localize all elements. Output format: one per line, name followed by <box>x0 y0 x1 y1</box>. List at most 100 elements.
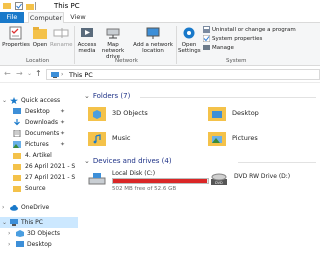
breadcrumb-chevron-icon[interactable]: › <box>61 71 63 78</box>
sidebar-item-3d-objects[interactable]: › 3D Objects <box>0 228 78 239</box>
star-icon <box>10 97 18 104</box>
nav-quick-access[interactable]: ⌄ Quick access <box>0 95 78 106</box>
address-row: ← → ⌄ ↑ › This PC <box>0 66 320 83</box>
nav-label: Pictures <box>25 141 49 148</box>
sidebar-item-26-april[interactable]: 26 April 2021 - S <box>0 161 78 172</box>
chevron-down-icon[interactable]: ⌄ <box>84 92 90 100</box>
dvd-drive-icon: DVD <box>211 173 227 185</box>
gear-icon <box>183 27 195 39</box>
group-divider <box>176 26 177 64</box>
title-bar: This PC <box>0 0 320 12</box>
open-settings-button[interactable]: Open Settings <box>178 26 201 54</box>
download-icon <box>14 119 20 126</box>
sidebar-item-pictures[interactable]: Pictures ✦ <box>0 139 78 150</box>
nav-label: OneDrive <box>21 204 50 211</box>
up-arrow-icon[interactable]: ↑ <box>35 69 42 79</box>
add-network-location-button[interactable]: Add a network location <box>131 26 175 54</box>
chevron-down-icon[interactable]: ⌄ <box>2 217 7 228</box>
music-folder-icon <box>88 132 106 146</box>
sidebar-item-downloads[interactable]: Downloads ✦ <box>0 117 78 128</box>
quick-access-toolbar-icon[interactable] <box>3 2 11 10</box>
sidebar-item-27-april[interactable]: 27 April 2021 - S <box>0 172 78 183</box>
checkmark-icon <box>203 35 210 42</box>
folder-item-music[interactable]: Music <box>88 130 148 150</box>
chevron-down-icon[interactable]: ⌄ <box>84 157 90 165</box>
nav-label: Documents <box>25 130 60 137</box>
desktop-icon <box>16 241 24 247</box>
forward-arrow-icon[interactable]: → <box>16 69 23 79</box>
add-network-location-label: Add a network location <box>133 42 173 54</box>
section-header-drives[interactable]: ⌄ Devices and drives (4) <box>84 157 172 165</box>
chevron-right-icon[interactable]: › <box>8 228 10 239</box>
nav-label: This PC <box>21 219 43 226</box>
open-settings-label: Open Settings <box>178 42 201 54</box>
nav-label: Desktop <box>27 241 52 248</box>
access-media-button[interactable]: Access media <box>77 26 97 54</box>
ribbon-tabs: File Computer View <box>0 12 320 24</box>
group-label-system: System <box>226 58 247 64</box>
properties-button[interactable]: Properties <box>2 26 30 48</box>
ribbon: Properties Open Rename Location Access m… <box>0 23 320 66</box>
sidebar-item-documents[interactable]: Documents ✦ <box>0 128 78 139</box>
network-location-icon <box>146 27 160 39</box>
pin-icon[interactable]: ✦ <box>60 139 65 150</box>
manage-button[interactable]: Manage <box>203 44 234 53</box>
access-media-label: Access media <box>77 42 97 54</box>
properties-check-icon[interactable] <box>15 2 23 10</box>
toolbar-divider <box>35 2 36 10</box>
pictures-folder-icon <box>208 132 226 146</box>
system-properties-button[interactable]: System properties <box>203 35 262 44</box>
chevron-right-icon[interactable]: › <box>2 202 4 213</box>
content-pane: ⌄ Folders (7) 3D Objects Desktop Music Pi… <box>78 84 320 255</box>
folder-item-pictures[interactable]: Pictures <box>208 130 268 150</box>
sidebar-item-source[interactable]: Source <box>0 183 78 194</box>
sidebar-item-artikel[interactable]: 4. Artikel <box>0 150 78 161</box>
pin-icon[interactable]: ✦ <box>60 106 65 117</box>
system-properties-label: System properties <box>212 36 263 42</box>
3d-objects-icon <box>88 107 106 121</box>
folder-icon <box>13 175 21 181</box>
chevron-right-icon[interactable]: › <box>8 239 10 250</box>
section-divider <box>140 97 316 98</box>
breadcrumb[interactable]: This PC <box>69 71 93 80</box>
tab-file[interactable]: File <box>0 12 24 23</box>
folder-icon <box>13 186 21 192</box>
chevron-down-icon[interactable]: ⌄ <box>2 95 7 106</box>
pin-icon[interactable]: ✦ <box>60 117 65 128</box>
back-arrow-icon[interactable]: ← <box>4 69 11 79</box>
pin-icon[interactable]: ✦ <box>60 128 65 139</box>
uninstall-program-button[interactable]: Uninstall or change a program <box>203 26 296 35</box>
recent-locations-icon[interactable]: ⌄ <box>27 69 32 79</box>
map-network-drive-button[interactable]: Map network drive <box>98 26 128 60</box>
manage-label: Manage <box>212 45 234 51</box>
sidebar-item-desktop[interactable]: Desktop ✦ <box>0 106 78 117</box>
nav-label: Downloads <box>25 119 58 126</box>
tab-view[interactable]: View <box>66 12 90 23</box>
network-drive-icon <box>106 28 120 39</box>
group-divider <box>74 26 75 64</box>
address-bar[interactable]: › This PC <box>46 69 320 80</box>
rename-icon <box>53 28 69 38</box>
sidebar-item-pc-desktop[interactable]: › Desktop <box>0 239 78 250</box>
drive-usage-bar <box>112 178 209 184</box>
properties-icon <box>9 26 22 40</box>
drive-item-dvd[interactable]: DVD DVD RW Drive (D:) <box>210 170 310 196</box>
navigation-pane: ⌄ Quick access Desktop ✦ Downloads ✦ Doc… <box>0 84 78 255</box>
drive-label: DVD RW Drive (D:) <box>234 173 291 180</box>
drive-item-local-disk[interactable]: Local Disk (C:) 502 MB free of 52.6 GB <box>88 170 213 196</box>
folder-item-3d-objects[interactable]: 3D Objects <box>88 105 148 125</box>
programs-icon <box>203 26 210 33</box>
nav-label: 27 April 2021 - S <box>25 174 76 181</box>
new-folder-icon[interactable] <box>26 2 34 10</box>
drive-label: Local Disk (C:) <box>112 170 156 177</box>
sidebar-item-this-pc[interactable]: ⌄ This PC <box>0 217 78 228</box>
media-icon <box>81 28 93 37</box>
open-button[interactable]: Open <box>31 26 49 48</box>
folder-item-desktop[interactable]: Desktop <box>208 105 268 125</box>
rename-button[interactable]: Rename <box>50 26 73 48</box>
window-title: This PC <box>54 2 80 10</box>
group-label-network: Network <box>115 58 138 64</box>
section-title: Folders (7) <box>92 92 131 100</box>
sidebar-item-onedrive[interactable]: › OneDrive <box>0 202 78 213</box>
section-header-folders[interactable]: ⌄ Folders (7) <box>84 92 130 100</box>
